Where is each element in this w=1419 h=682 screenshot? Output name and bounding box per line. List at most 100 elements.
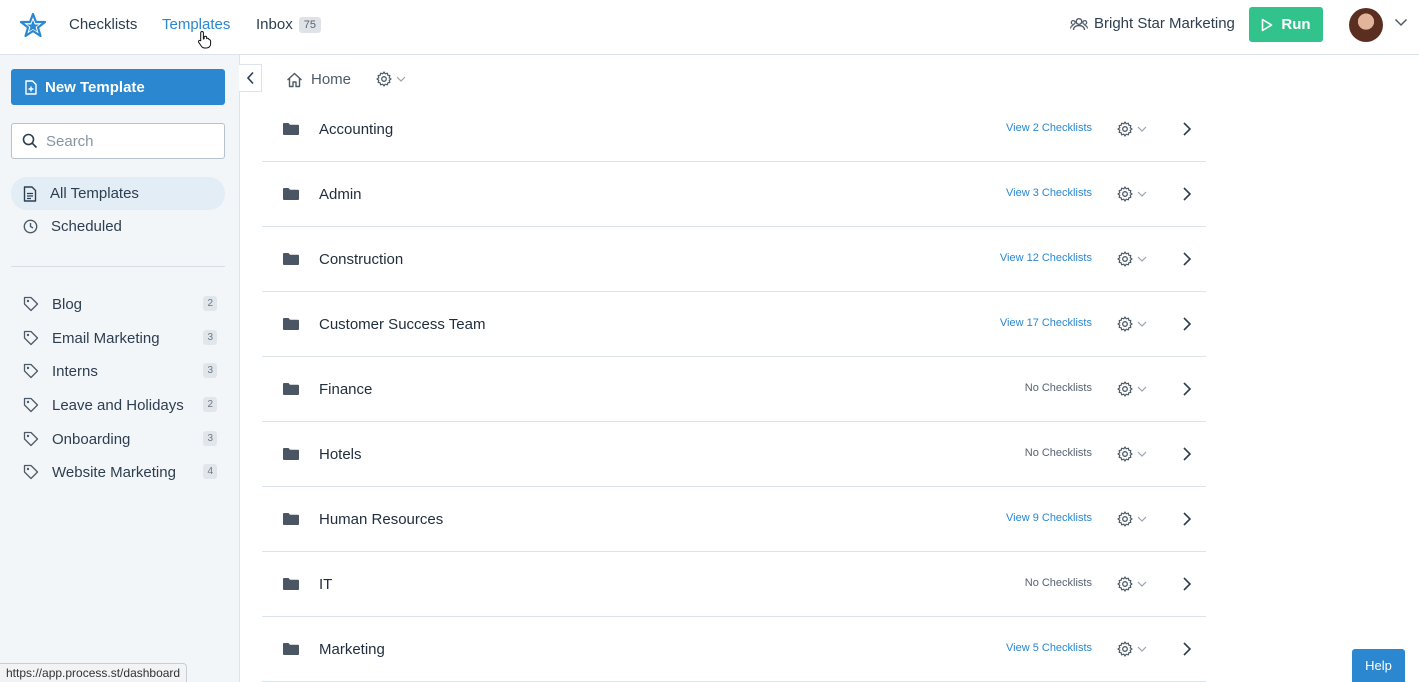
chevron-right-icon[interactable] (1182, 316, 1192, 332)
folder-row-finance[interactable]: Finance No Checklists (262, 357, 1206, 422)
search-icon (22, 133, 38, 149)
sidebar-item-scheduled[interactable]: Scheduled (11, 210, 225, 243)
nav-checklists[interactable]: Checklists (69, 16, 137, 33)
folder-name[interactable]: Human Resources (319, 511, 443, 528)
run-button[interactable]: Run (1249, 7, 1323, 42)
folder-settings-menu[interactable] (1117, 511, 1147, 527)
clock-icon (23, 219, 38, 234)
folder-icon (283, 188, 299, 200)
folder-name[interactable]: Construction (319, 251, 403, 268)
sidebar-item-label: Scheduled (51, 218, 122, 235)
users-icon (1070, 17, 1088, 30)
folder-icon (283, 318, 299, 330)
folder-settings-menu[interactable] (1117, 316, 1147, 332)
folder-settings-menu[interactable] (1117, 186, 1147, 202)
tag-item-onboarding[interactable]: Onboarding 3 (11, 424, 225, 454)
tag-icon (23, 330, 39, 346)
chevron-down-icon (1137, 646, 1147, 652)
folder-settings-menu[interactable] (1117, 446, 1147, 462)
folder-settings-menu[interactable] (1117, 381, 1147, 397)
folder-settings-menu[interactable] (1117, 576, 1147, 592)
folder-settings-menu[interactable] (1117, 251, 1147, 267)
folder-icon (283, 448, 299, 460)
breadcrumb-home[interactable]: Home (311, 71, 351, 88)
user-avatar[interactable] (1349, 8, 1383, 42)
folder-icon (283, 643, 299, 655)
gear-icon (1117, 576, 1133, 592)
chevron-down-icon (1137, 191, 1147, 197)
view-checklists-link[interactable]: View 2 Checklists (1006, 122, 1092, 134)
folder-row-marketing[interactable]: Marketing View 5 Checklists (262, 617, 1206, 682)
tag-item-website-marketing[interactable]: Website Marketing 4 (11, 457, 225, 487)
folder-name[interactable]: Finance (319, 381, 372, 398)
tag-item-blog[interactable]: Blog 2 (11, 289, 225, 319)
chevron-right-icon[interactable] (1182, 576, 1192, 592)
organization-name: Bright Star Marketing (1094, 15, 1235, 32)
chevron-down-icon[interactable] (1394, 18, 1408, 27)
folder-row-customer-success-team[interactable]: Customer Success Team View 17 Checklists (262, 292, 1206, 357)
sidebar: New Template All Templates Scheduled Blo… (0, 55, 240, 682)
folder-list: Accounting View 2 Checklists Admin View … (262, 97, 1206, 682)
chevron-right-icon[interactable] (1182, 446, 1192, 462)
chevron-right-icon[interactable] (1182, 641, 1192, 657)
new-template-button[interactable]: New Template (11, 69, 225, 105)
tag-label: Website Marketing (52, 463, 176, 481)
help-button[interactable]: Help (1352, 649, 1405, 682)
folder-row-admin[interactable]: Admin View 3 Checklists (262, 162, 1206, 227)
play-icon (1262, 18, 1273, 31)
organization-switcher[interactable]: Bright Star Marketing (1070, 15, 1235, 32)
home-settings-menu[interactable] (376, 71, 406, 87)
status-bar-url: https://app.process.st/dashboard (0, 663, 188, 682)
folder-name[interactable]: IT (319, 576, 332, 593)
no-checklists-label: No Checklists (1024, 577, 1092, 589)
folder-settings-menu[interactable] (1117, 121, 1147, 137)
folder-row-human-resources[interactable]: Human Resources View 9 Checklists (262, 487, 1206, 552)
folder-row-hotels[interactable]: Hotels No Checklists (262, 422, 1206, 487)
search-input[interactable] (46, 132, 216, 150)
tag-icon (23, 431, 39, 447)
tag-label: Leave and Holidays (52, 396, 184, 414)
gear-icon (376, 71, 392, 87)
chevron-right-icon[interactable] (1182, 511, 1192, 527)
process-street-logo-icon[interactable] (20, 12, 46, 38)
tag-item-email-marketing[interactable]: Email Marketing 3 (11, 323, 225, 353)
hand-cursor-icon (197, 30, 212, 49)
folder-row-accounting[interactable]: Accounting View 2 Checklists (262, 97, 1206, 162)
tag-item-interns[interactable]: Interns 3 (11, 356, 225, 386)
chevron-down-icon (1137, 386, 1147, 392)
folder-name[interactable]: Hotels (319, 446, 362, 463)
tag-label: Blog (52, 295, 83, 313)
tag-count-badge: 3 (203, 431, 217, 446)
view-checklists-link[interactable]: View 5 Checklists (1006, 642, 1092, 654)
nav-inbox[interactable]: Inbox 75 (256, 16, 321, 33)
folder-name[interactable]: Marketing (319, 641, 385, 658)
view-checklists-link[interactable]: View 9 Checklists (1006, 512, 1092, 524)
sidebar-item-all-templates[interactable]: All Templates (11, 177, 225, 210)
chevron-down-icon (1137, 581, 1147, 587)
folder-row-it[interactable]: IT No Checklists (262, 552, 1206, 617)
chevron-right-icon[interactable] (1182, 121, 1192, 137)
tag-label: Email Marketing (52, 329, 160, 347)
search-box[interactable] (11, 123, 225, 159)
tag-item-leave-and-holidays[interactable]: Leave and Holidays 2 (11, 390, 225, 420)
folder-settings-menu[interactable] (1117, 641, 1147, 657)
chevron-right-icon[interactable] (1182, 251, 1192, 267)
folder-row-construction[interactable]: Construction View 12 Checklists (262, 227, 1206, 292)
folder-icon (283, 123, 299, 135)
view-checklists-link[interactable]: View 3 Checklists (1006, 187, 1092, 199)
chevron-right-icon[interactable] (1182, 381, 1192, 397)
folder-name[interactable]: Accounting (319, 121, 393, 138)
collapse-sidebar-button[interactable] (239, 64, 262, 92)
folder-name[interactable]: Customer Success Team (319, 316, 485, 333)
no-checklists-label: No Checklists (1024, 447, 1092, 459)
view-checklists-link[interactable]: View 17 Checklists (1000, 317, 1092, 329)
folder-name[interactable]: Admin (319, 186, 362, 203)
tag-count-badge: 2 (203, 296, 217, 311)
gear-icon (1117, 121, 1133, 137)
view-checklists-link[interactable]: View 12 Checklists (1000, 252, 1092, 264)
new-template-label: New Template (45, 78, 145, 96)
chevron-right-icon[interactable] (1182, 186, 1192, 202)
run-button-label: Run (1281, 16, 1311, 33)
tag-icon (23, 464, 39, 480)
breadcrumb[interactable]: Home (286, 71, 351, 88)
